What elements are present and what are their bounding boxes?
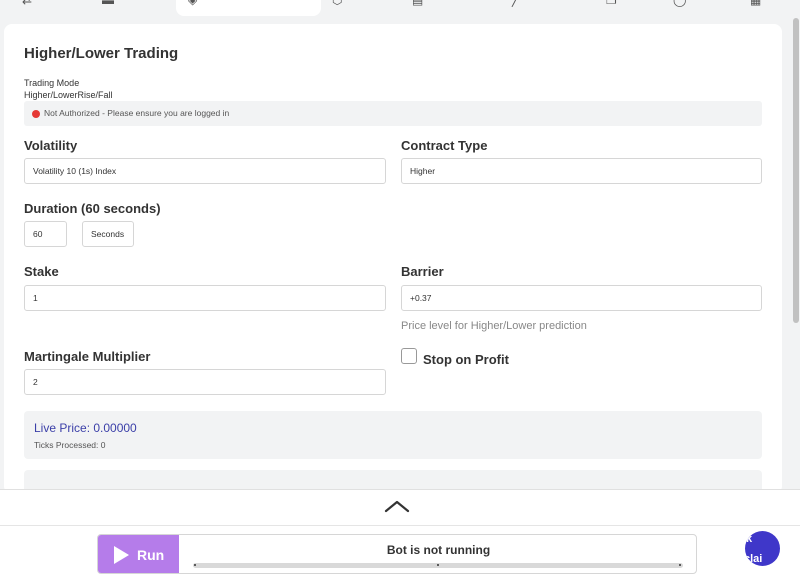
page-title: Higher/Lower Trading: [24, 45, 179, 62]
barrier-label: Barrier: [401, 264, 444, 279]
scrollbar-thumb[interactable]: [793, 18, 799, 323]
martingale-label: Martingale Multiplier: [24, 349, 151, 364]
ticks-processed-text: Ticks Processed: 0: [34, 440, 106, 450]
live-price-panel: Live Price: 0.00000 Ticks Processed: 0: [24, 411, 762, 459]
copy-icon[interactable]: ❐: [606, 0, 622, 6]
stop-on-profit-label[interactable]: Stop on Profit: [423, 352, 509, 367]
grid-icon[interactable]: ▦: [750, 0, 766, 6]
top-navigation: ⇄ ▬ ◈ ⬡ ▤ ╱ ❐ ◯ ▦: [0, 0, 792, 16]
run-button-label: Run: [137, 547, 165, 563]
help-chat-bubble[interactable]: k clai: [745, 531, 780, 566]
duration-label: Duration (60 seconds): [24, 201, 161, 216]
contract-type-select[interactable]: Higher: [401, 158, 762, 184]
barrier-hint: Price level for Higher/Lower prediction: [401, 320, 587, 332]
duration-input[interactable]: 60: [24, 221, 67, 247]
progress-track: [193, 563, 683, 568]
stop-on-profit-checkbox[interactable]: [401, 348, 417, 364]
swap-icon[interactable]: ⇄: [22, 0, 38, 6]
chart-icon[interactable]: ╱: [512, 0, 528, 6]
stake-input[interactable]: 1: [24, 285, 386, 311]
martingale-input[interactable]: 2: [24, 369, 386, 395]
play-icon: [114, 546, 129, 564]
progress-step-dot: [679, 564, 681, 566]
bot-builder-icon[interactable]: ◈: [188, 0, 204, 6]
list-icon[interactable]: ▤: [412, 0, 428, 6]
chevron-up-icon[interactable]: [384, 499, 410, 513]
shield-icon[interactable]: ⬡: [332, 0, 348, 6]
circle-icon[interactable]: ◯: [673, 0, 689, 6]
auth-status-text: Not Authorized - Please ensure you are l…: [44, 108, 230, 118]
trading-mode-label: Trading Mode: [24, 78, 80, 88]
volatility-select[interactable]: Volatility 10 (1s) Index: [24, 158, 386, 184]
page-scrollbar[interactable]: [792, 0, 800, 490]
log-panel: [24, 470, 762, 490]
progress-step-dot: [437, 564, 439, 566]
run-panel: Run Bot is not running: [97, 534, 697, 574]
volatility-label: Volatility: [24, 138, 78, 153]
help-bubble-text-line1: k: [746, 533, 753, 545]
stake-label: Stake: [24, 264, 59, 279]
progress-step-dot: [194, 564, 196, 566]
drawer-divider: [0, 525, 800, 526]
bot-status-text: Bot is not running: [386, 543, 491, 557]
run-button[interactable]: Run: [98, 535, 179, 573]
status-dot-icon: [32, 110, 40, 118]
live-price-text: Live Price: 0.00000: [34, 421, 137, 435]
help-bubble-text-line2: clai: [745, 553, 763, 565]
duration-unit-select[interactable]: Seconds: [82, 221, 134, 247]
contract-type-label: Contract Type: [401, 138, 488, 153]
barrier-input[interactable]: +0.37: [401, 285, 762, 311]
menu-icon[interactable]: ▬: [102, 0, 118, 6]
trading-mode-value: Higher/LowerRise/Fall: [24, 90, 113, 100]
auth-status-bar: Not Authorized - Please ensure you are l…: [24, 101, 762, 126]
